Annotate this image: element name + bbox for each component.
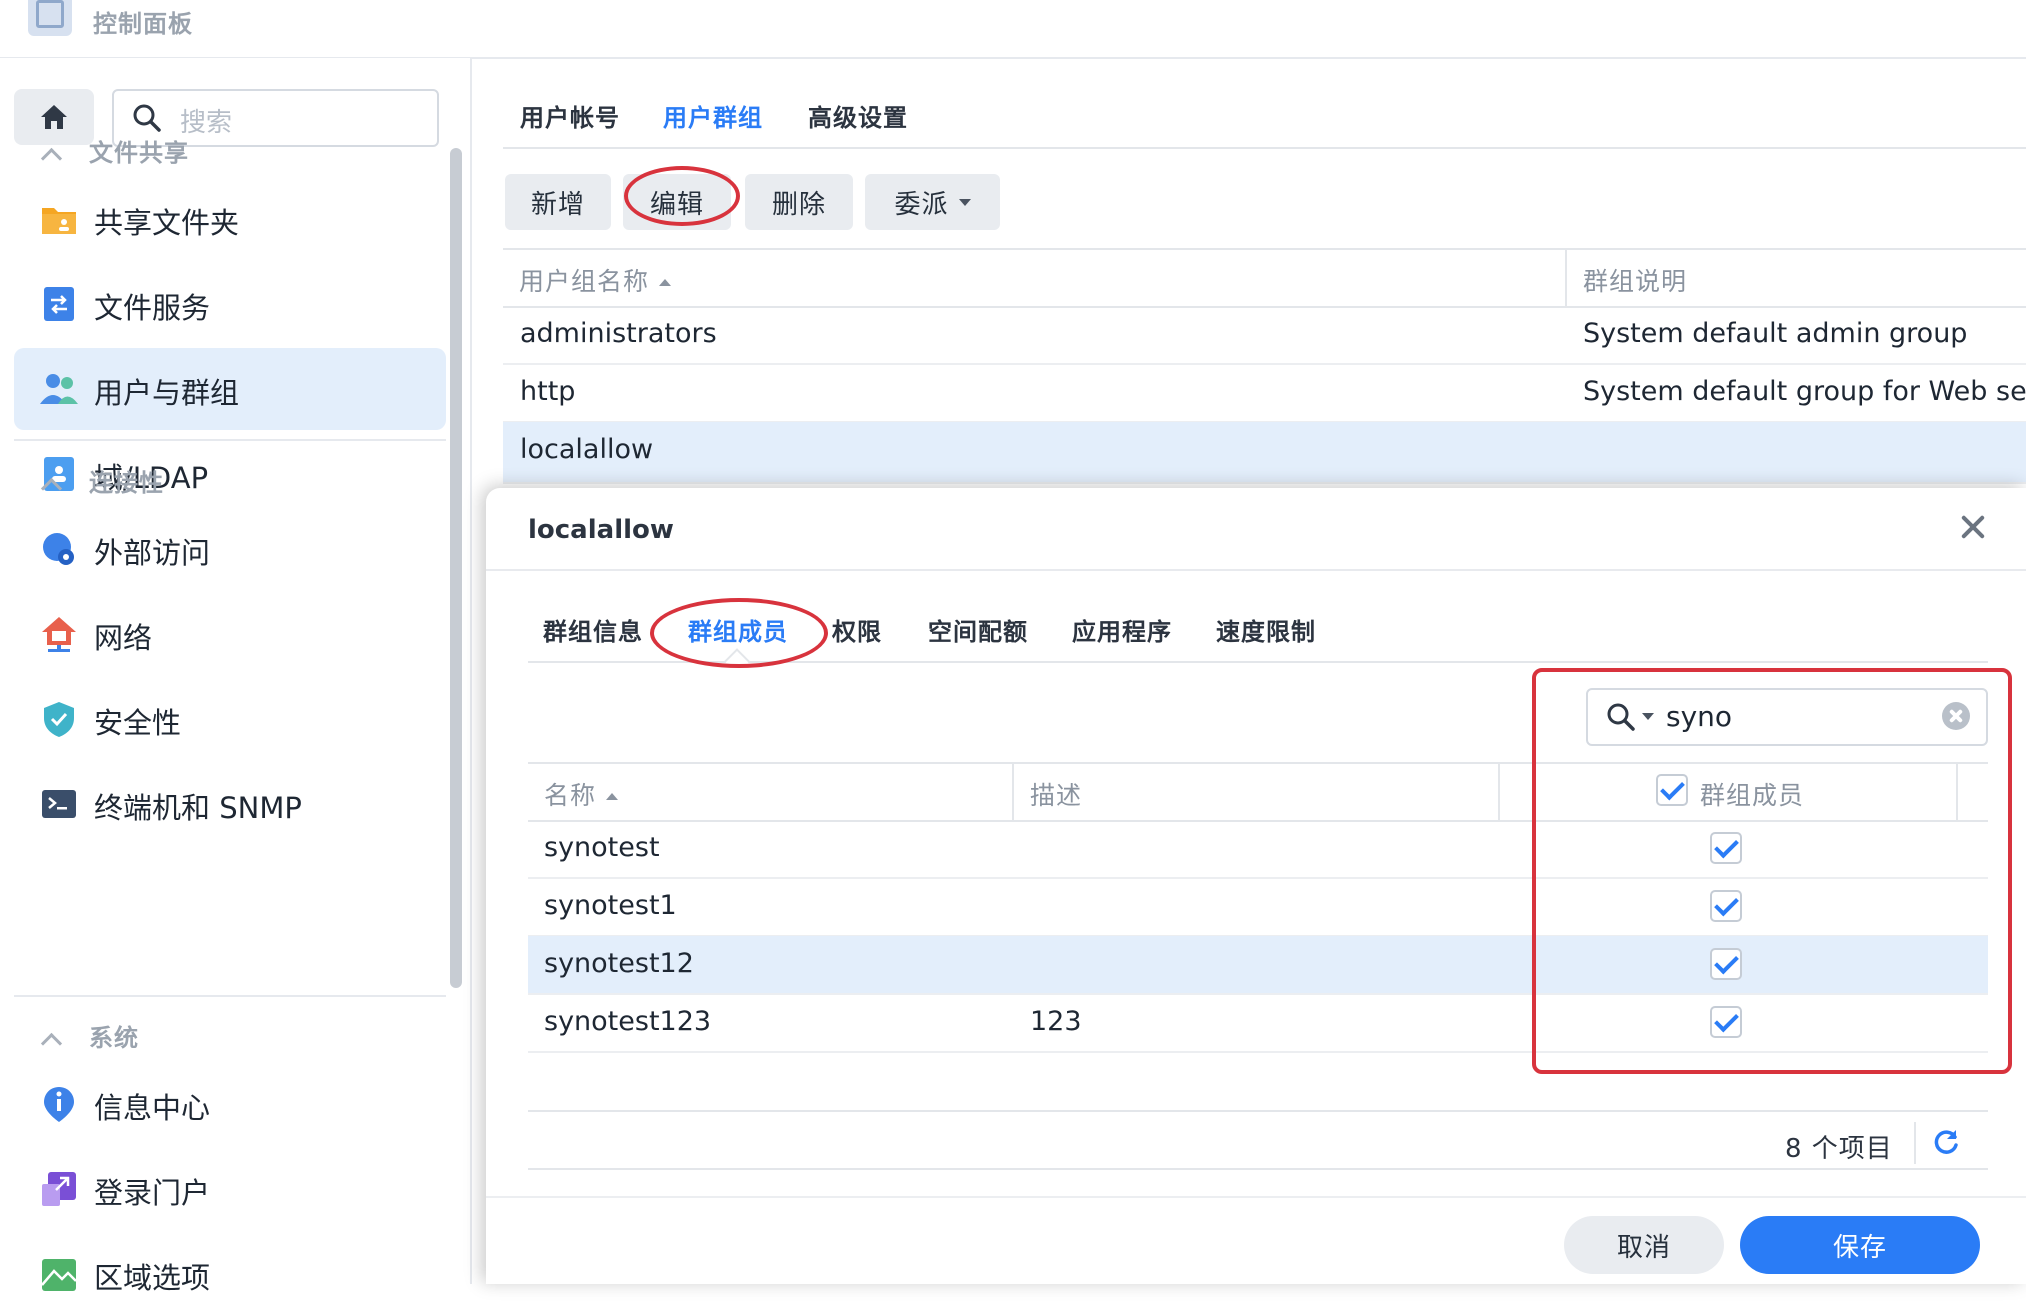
divider [1914, 1122, 1916, 1164]
group-name: localallow [520, 434, 654, 465]
group-name: administrators [520, 318, 717, 349]
users-icon [40, 374, 78, 404]
annotation-circle-members-tab [650, 598, 828, 668]
sidebar-item-security[interactable]: 安全性 [14, 678, 446, 760]
column-description[interactable]: 描述 [1030, 776, 1082, 812]
chevron-up-icon [40, 477, 63, 500]
item-count: 8 个项目 [1785, 1134, 1893, 1164]
tab-quota[interactable]: 空间配额 [928, 612, 1028, 647]
member-name: synotest [544, 832, 660, 863]
chevron-up-icon [40, 147, 63, 170]
home-icon [41, 105, 67, 129]
delegate-button[interactable]: 委派 [865, 174, 1000, 230]
sidebar-item-regional-options[interactable]: 区域选项 [14, 1233, 446, 1315]
group-name: http [520, 376, 576, 407]
annotation-circle-edit [624, 166, 740, 226]
add-button[interactable]: 新增 [505, 174, 611, 230]
divider [14, 995, 446, 997]
divider [486, 569, 2026, 571]
section-file-sharing[interactable]: 文件共享 [40, 133, 189, 170]
sidebar-item-terminal-snmp[interactable]: 终端机和 SNMP [14, 763, 446, 845]
groups-table-header: 用户组名称 群组说明 [503, 248, 2026, 308]
divider [14, 439, 446, 441]
info-icon [44, 1087, 74, 1122]
section-connectivity[interactable]: 连接性 [40, 463, 164, 500]
tab-applications[interactable]: 应用程序 [1072, 612, 1172, 647]
login-portal-icon [42, 1172, 76, 1206]
sidebar-item-login-portal[interactable]: 登录门户 [14, 1148, 446, 1230]
cancel-button[interactable]: 取消 [1564, 1216, 1724, 1274]
terminal-icon [42, 790, 76, 818]
sidebar-item-shared-folder[interactable]: 共享文件夹 [14, 178, 446, 260]
tab-advanced-settings[interactable]: 高级设置 [808, 98, 908, 133]
dropdown-caret-icon [958, 198, 971, 206]
divider [528, 1168, 1988, 1170]
network-icon [42, 617, 76, 652]
chevron-up-icon [40, 1032, 63, 1055]
sidebar-item-file-services[interactable]: 文件服务 [14, 263, 446, 345]
column-separator [1012, 764, 1014, 820]
external-access-icon [43, 533, 74, 565]
annotation-box-members [1532, 668, 2012, 1074]
divider [486, 1196, 2026, 1198]
close-icon[interactable] [1955, 510, 1991, 546]
column-group-name[interactable]: 用户组名称 [519, 262, 672, 298]
sidebar-scrollbar[interactable] [450, 148, 462, 988]
title-bar [0, 0, 2026, 59]
sort-ascending-icon [659, 279, 672, 286]
file-services-icon [44, 287, 74, 321]
member-name: synotest1 [544, 890, 677, 921]
refresh-icon[interactable] [1932, 1128, 1960, 1156]
divider [528, 1110, 1988, 1112]
save-button[interactable]: 保存 [1740, 1216, 1980, 1274]
sort-ascending-icon [606, 793, 619, 800]
sidebar: 搜索 文件共享 共享文件夹 文件服务 用户与群组 域/LDAP 连接性 外部访问… [0, 58, 472, 1295]
regional-options-icon [41, 1259, 77, 1291]
section-system[interactable]: 系统 [40, 1018, 139, 1055]
member-name: synotest12 [544, 948, 694, 979]
column-separator [1565, 250, 1567, 306]
delete-button[interactable]: 删除 [745, 174, 853, 230]
group-description: System default admin group [1583, 318, 1968, 349]
tab-user-accounts[interactable]: 用户帐号 [520, 98, 620, 133]
sidebar-item-users-groups[interactable]: 用户与群组 [14, 348, 446, 430]
tab-permissions[interactable]: 权限 [832, 612, 882, 647]
column-separator [1498, 764, 1500, 820]
tab-speed-limit[interactable]: 速度限制 [1216, 612, 1316, 647]
sidebar-item-info-center[interactable]: 信息中心 [14, 1063, 446, 1145]
sidebar-item-network[interactable]: 网络 [14, 593, 446, 675]
table-row[interactable]: http System default group for Web ser [503, 364, 2026, 423]
tab-underline [503, 147, 2026, 149]
shield-icon [44, 702, 74, 737]
dialog-title: localallow [528, 515, 674, 545]
group-description: System default group for Web ser [1583, 376, 2026, 407]
column-group-description[interactable]: 群组说明 [1583, 262, 1687, 298]
control-panel-icon [28, 0, 72, 36]
tab-user-groups[interactable]: 用户群组 [663, 98, 763, 133]
folder-icon [42, 208, 76, 234]
table-row[interactable]: administrators System default admin grou… [503, 306, 2026, 365]
sidebar-item-external-access[interactable]: 外部访问 [14, 508, 446, 590]
member-description: 123 [1030, 1006, 1082, 1037]
search-icon [133, 104, 161, 132]
tab-group-info[interactable]: 群组信息 [543, 612, 643, 647]
app-title: 控制面板 [93, 10, 193, 38]
table-row-selected[interactable]: localallow [503, 422, 2026, 484]
member-name: synotest123 [544, 1006, 712, 1037]
column-name[interactable]: 名称 [544, 776, 619, 812]
